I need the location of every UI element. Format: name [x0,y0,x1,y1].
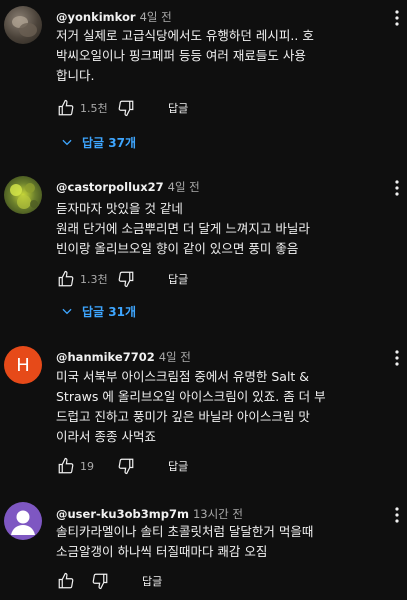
comment-line: 합니다. [56,68,95,83]
more-vert-icon[interactable] [395,10,399,26]
comment-author[interactable]: @hanmike7702 [56,350,155,364]
like-count: 19 [80,459,94,473]
like-icon[interactable] [56,269,76,289]
comment-line: Straws 에 올리브오일 아이스크림이 있죠. 좀 더 부 [56,389,326,404]
like-count: 1.3천 [80,273,108,286]
avatar[interactable]: H [4,346,42,384]
comment-actions: 19 답글 [56,456,188,476]
comment-line: 빈이랑 올리브오일 향이 같이 있으면 풍미 좋음 [56,241,299,256]
reply-button[interactable]: 답글 [168,100,188,116]
profile-photo-icon [12,16,37,37]
dislike-icon[interactable] [116,98,136,118]
comment-time[interactable]: 4일 전 [140,10,172,24]
view-replies-button[interactable]: 답글 31개 [56,300,136,322]
comment-author[interactable]: @yonkimkor [56,10,136,24]
replies-count-label: 답글 37개 [82,135,136,150]
avatar[interactable] [4,502,42,540]
comment-actions: 1.5천 답글 [56,98,188,118]
comment-time[interactable]: 4일 전 [168,180,200,194]
comment-time[interactable]: 13시간 전 [193,507,243,521]
dislike-icon[interactable] [116,456,136,476]
dislike-icon[interactable] [90,571,110,591]
reply-button[interactable]: 답글 [142,573,162,589]
comment-author[interactable]: @castorpollux27 [56,180,164,194]
comment-actions: 답글 [56,571,162,591]
comment-line: 듣자마자 맛있을 것 같네 [56,201,183,216]
comment-line: 미국 서북부 아이스크림점 중에서 유명한 Salt & [56,369,310,384]
avatar[interactable] [4,6,42,44]
comment-item: H @hanmike7702 4일 전 미국 서북부 아이스크림점 중에서 유명한… [0,340,407,490]
reply-button[interactable]: 답글 [168,271,188,287]
comment-line: 원래 단거에 소금뿌리면 더 달게 느껴지고 바닐라 [56,221,310,236]
comment-line: 드럽고 진하고 풍미가 깊은 바닐라 아이스크림 맛 [56,409,310,424]
more-vert-icon[interactable] [395,180,399,196]
comment-line: 박씨오일이나 핑크페퍼 등등 여러 재료들도 사용 [56,48,306,63]
more-vert-icon[interactable] [395,350,399,366]
comment-item: @user-ku3ob3mp7m 13시간 전 솔티카라멜이나 솔티 초콜릿처럼 … [0,498,407,600]
view-replies-button[interactable]: 답글 37개 [56,131,136,153]
comment-header: @yonkimkor 4일 전 [56,9,172,25]
comment-actions: 1.3천 답글 [56,269,188,289]
comment-text: 저거 실제로 고급식당에서도 유행하던 레시피.. 호 박씨오일이나 핑크페퍼 … [56,26,392,86]
comment-line: 솔티카라멜이나 솔티 초콜릿처럼 달달한거 먹을때 [56,524,314,539]
like-icon[interactable] [56,98,76,118]
comment-text: 미국 서북부 아이스크림점 중에서 유명한 Salt & Straws 에 올리… [56,367,392,447]
profile-photo-icon [10,183,38,209]
reply-button[interactable]: 답글 [168,458,188,474]
replies-count-label: 답글 31개 [82,304,136,319]
default-person-icon [11,510,35,535]
comment-header: @user-ku3ob3mp7m 13시간 전 [56,506,243,522]
comment-item: @castorpollux27 4일 전 듣자마자 맛있을 것 같네 원래 단거에… [0,170,407,330]
comment-line: 이라서 종종 사먹죠 [56,429,156,444]
comment-item: @yonkimkor 4일 전 저거 실제로 고급식당에서도 유행하던 레시피..… [0,0,407,160]
comment-author[interactable]: @user-ku3ob3mp7m [56,507,189,521]
like-icon[interactable] [56,571,76,591]
dislike-icon[interactable] [116,269,136,289]
comment-line: 저거 실제로 고급식당에서도 유행하던 레시피.. 호 [56,28,314,43]
comment-line: 소금알갱이 하나씩 터질때마다 쾌감 오짐 [56,544,268,559]
avatar[interactable] [4,176,42,214]
comment-text: 듣자마자 맛있을 것 같네 원래 단거에 소금뿌리면 더 달게 느껴지고 바닐라… [56,199,392,259]
avatar-letter: H [16,354,30,376]
comment-header: @castorpollux27 4일 전 [56,179,200,195]
chevron-down-icon [62,139,72,146]
more-vert-icon[interactable] [395,507,399,523]
chevron-down-icon [62,308,72,315]
like-count: 1.5천 [80,102,108,115]
like-icon[interactable] [56,456,76,476]
comment-text: 솔티카라멜이나 솔티 초콜릿처럼 달달한거 먹을때 소금알갱이 하나씩 터질때마… [56,522,392,562]
comment-time[interactable]: 4일 전 [159,350,191,364]
comment-header: @hanmike7702 4일 전 [56,349,191,365]
